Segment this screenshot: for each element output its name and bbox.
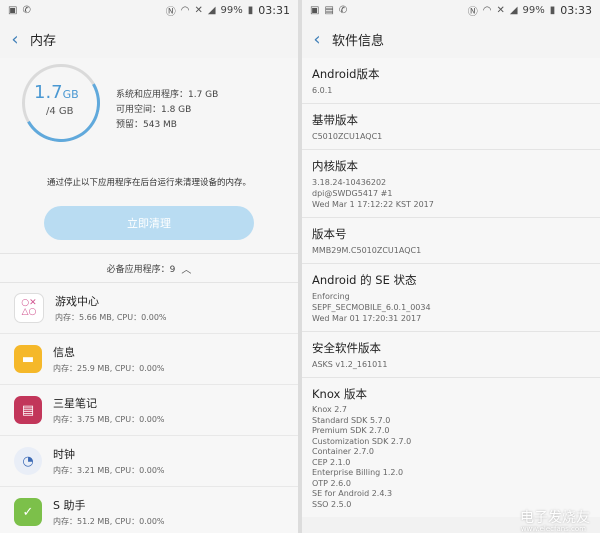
battery-percent: 99% [522,4,545,16]
info-label: Android 的 SE 状态 [312,273,417,287]
signal-icon: ◢ [207,4,216,16]
wifi-icon: ◠ [180,4,190,16]
list-item[interactable]: ▬ 信息 内存：25.9 MB, CPU：0.00% [0,334,298,385]
memory-used: 1.7GB [34,82,79,103]
wifi-icon: ◠ [482,4,492,16]
info-label: 版本号 [312,227,347,241]
memory-used-unit: GB [62,88,79,101]
info-security-software-version[interactable]: 安全软件版本 ASKS v1.2_161011 [302,332,600,378]
info-se-status[interactable]: Android 的 SE 状态 Enforcing SEPF_SECMOBILE… [302,264,600,332]
nfc-icon: Ⓝ [467,6,478,18]
list-item[interactable]: ◔ 时钟 内存：3.21 MB, CPU：0.00% [0,436,298,487]
info-value: 6.0.1 [312,86,333,95]
watermark-url: www.elecfans.com [520,525,586,533]
list-item[interactable]: ▤ 三星笔记 内存：3.75 MB, CPU：0.00% [0,385,298,436]
battery-percent: 99% [220,4,243,16]
status-time: 03:31 [258,3,290,17]
call-icon: ✆ [22,4,31,16]
available-memory: 可用空间：1.8 GB [116,105,192,115]
app-usage: 内存：3.75 MB, CPU：0.00% [53,415,165,424]
messages-icon: ▬ [14,345,42,373]
system-apps-memory: 系统和应用程序：1.7 GB [116,90,219,100]
info-value: 3.18.24-10436202 dpi@SWDG5417 #1 Wed Mar… [312,178,434,209]
list-item[interactable]: ○✕ △○ 游戏中心 内存：5.66 MB, CPU：0.00% [0,283,298,334]
app-usage: 内存：5.66 MB, CPU：0.00% [55,313,167,322]
battery-icon: ▮ [247,4,254,16]
mute-icon: ✕ [496,4,505,16]
info-value: Knox 2.7 Standard SDK 5.7.0 Premium SDK … [312,405,412,509]
info-build-number[interactable]: 版本号 MMB29M.C5010ZCU1AQC1 [302,218,600,264]
clock-icon: ◔ [14,447,42,475]
status-bar: ▣ ✆ Ⓝ ◠ ✕ ◢ 99% ▮ 03:31 [0,0,298,20]
page-title: 软件信息 [332,33,385,49]
s-assistant-icon: ✓ [14,498,42,526]
memory-details: 系统和应用程序：1.7 GB 可用空间：1.8 GB 预留：543 MB [116,88,218,133]
info-value: Enforcing SEPF_SECMOBILE_6.0.1_0034 Wed … [312,292,431,323]
game-center-icon: ○✕ △○ [14,293,44,323]
app-name: S 助手 [53,499,86,512]
info-label: 安全软件版本 [312,341,381,355]
app-name: 游戏中心 [55,295,99,308]
app-usage: 内存：3.21 MB, CPU：0.00% [53,466,165,475]
app-name: 时钟 [53,448,75,461]
memory-total: /4 GB [46,106,74,117]
info-value: C5010ZCU1AQC1 [312,132,383,141]
app-name: 信息 [53,346,75,359]
chevron-up-icon: ︿ [181,264,192,276]
info-value: ASKS v1.2_161011 [312,360,388,369]
info-kernel-version[interactable]: 内核版本 3.18.24-10436202 dpi@SWDG5417 #1 We… [302,150,600,218]
software-info-screen: ▣ ▤ ✆ Ⓝ ◠ ✕ ◢ 99% ▮ 03:33 ‹ 软件信息 Android… [302,0,600,533]
software-info-list: Android版本 6.0.1 基带版本 C5010ZCU1AQC1 内核版本 … [302,58,600,517]
signal-icon: ◢ [509,4,518,16]
info-baseband-version[interactable]: 基带版本 C5010ZCU1AQC1 [302,104,600,150]
memory-used-value: 1.7 [34,82,63,103]
watermark-text: 电子发烧友 [520,510,590,526]
mute-icon: ✕ [194,4,203,16]
nfc-icon: Ⓝ [165,6,176,18]
app-bar: ‹ 软件信息 [302,20,600,58]
app-usage: 内存：25.9 MB, CPU：0.00% [53,364,165,373]
back-button[interactable]: ‹ [302,29,332,50]
memory-summary: 1.7GB /4 GB 系统和应用程序：1.7 GB 可用空间：1.8 GB 预… [0,58,298,254]
status-bar: ▣ ▤ ✆ Ⓝ ◠ ✕ ◢ 99% ▮ 03:33 [302,0,600,20]
info-android-version[interactable]: Android版本 6.0.1 [302,58,600,104]
folder-icon: ▤ [324,4,334,16]
call-icon: ✆ [338,4,348,16]
essential-apps-label: 必备应用程序：9 [106,264,176,275]
clean-now-button[interactable]: 立即清理 [44,206,254,240]
memory-ring-chart [22,64,100,142]
app-name: 三星笔记 [53,397,97,410]
memory-screen: ▣ ✆ Ⓝ ◠ ✕ ◢ 99% ▮ 03:31 ‹ 内存 1.7GB /4 GB [0,0,298,533]
info-label: 内核版本 [312,159,358,173]
info-label: 基带版本 [312,113,358,127]
memory-note: 通过停止以下应用程序在后台运行来清理设备的内存。 [46,178,251,188]
info-knox-version[interactable]: Knox 版本 Knox 2.7 Standard SDK 5.7.0 Prem… [302,378,600,517]
notes-icon: ▤ [14,396,42,424]
back-button[interactable]: ‹ [0,29,30,50]
gallery-icon: ▣ [310,4,320,16]
app-usage: 内存：51.2 MB, CPU：0.00% [53,517,165,526]
essential-apps-header[interactable]: 必备应用程序：9 ︿ [0,254,298,283]
info-label: Android版本 [312,67,380,81]
watermark-logo: 电子发烧友 [520,507,590,527]
folder-icon: ▣ [8,4,18,16]
list-item[interactable]: ✓ S 助手 内存：51.2 MB, CPU：0.00% [0,487,298,533]
battery-icon: ▮ [549,4,556,16]
info-value: MMB29M.C5010ZCU1AQC1 [312,246,422,255]
page-title: 内存 [30,33,57,49]
app-bar: ‹ 内存 [0,20,298,58]
reserved-memory: 预留：543 MB [116,120,177,130]
status-time: 03:33 [560,3,592,17]
info-label: Knox 版本 [312,387,367,401]
